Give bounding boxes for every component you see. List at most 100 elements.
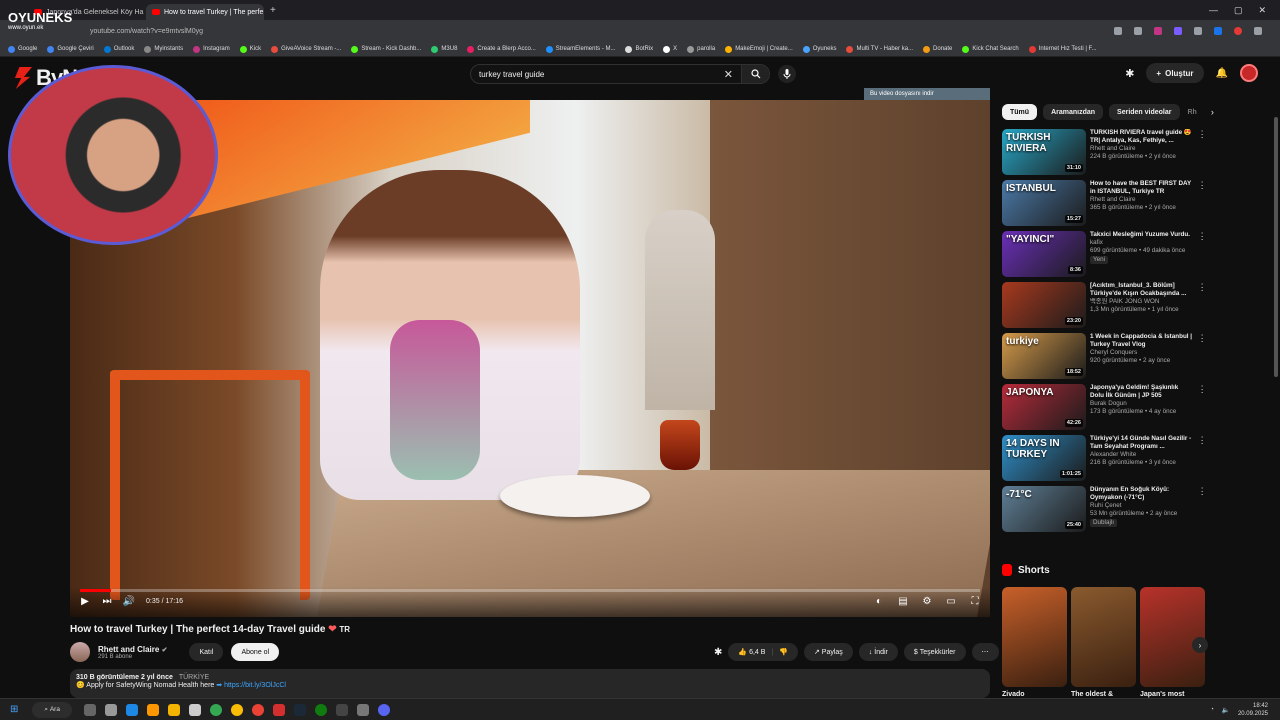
bookmark-item[interactable]: Multi TV - Haber ka... <box>846 45 913 53</box>
video-title[interactable]: TURKISH RIVIERA travel guide 😍TR| Antaly… <box>1090 129 1193 145</box>
url-field[interactable]: youtube.com/watch?v=e9mtvslM0yg <box>90 28 203 35</box>
menu-icon[interactable] <box>1254 27 1262 35</box>
more-vert-icon[interactable]: ⋮ <box>1197 435 1207 486</box>
progress-bar[interactable] <box>80 589 980 592</box>
video-thumbnail[interactable]: JAPONYA 42:26 <box>1002 384 1086 430</box>
minimize-icon[interactable]: — <box>1209 5 1218 16</box>
app-icon[interactable] <box>147 703 160 716</box>
profile-icon[interactable] <box>1234 27 1242 35</box>
chrome-icon[interactable] <box>210 703 223 716</box>
bookmark-item[interactable]: Donate <box>923 45 952 53</box>
clear-icon[interactable]: ✕ <box>724 68 733 81</box>
extension-icon[interactable] <box>1154 27 1162 35</box>
more-vert-icon[interactable]: ⋮ <box>1197 180 1207 231</box>
clock[interactable]: 18:42 20.09.2025 <box>1238 702 1268 718</box>
video-thumbnail[interactable]: turkiye 18:52 <box>1002 333 1086 379</box>
bookmark-item[interactable]: Instagram <box>193 45 230 53</box>
app-icon[interactable] <box>105 703 118 716</box>
play-icon[interactable]: ▶ <box>80 596 90 607</box>
thumbs-down-icon[interactable]: 👎 <box>779 648 788 656</box>
bookmark-item[interactable]: Internet Hız Testi | F... <box>1028 45 1097 53</box>
bookmark-item[interactable]: M3U8 <box>431 45 457 53</box>
app-icon[interactable] <box>357 703 370 716</box>
bookmark-item[interactable]: Create a Blerp Acco... <box>467 45 536 53</box>
shorts-next-button[interactable]: › <box>1192 637 1208 653</box>
chrome-icon[interactable] <box>231 703 244 716</box>
app-icon[interactable] <box>126 703 139 716</box>
video-title[interactable]: Japonya'ya Geldim! Şaşkınlık Dolu İlk Gü… <box>1090 384 1193 400</box>
short-title[interactable]: Zivado <box>1002 691 1067 698</box>
chrome-icon[interactable] <box>252 703 265 716</box>
bookmark-item[interactable]: parolla <box>687 45 715 53</box>
create-icon[interactable]: ✱ <box>1125 67 1134 80</box>
more-vert-icon[interactable]: ⋮ <box>1197 333 1207 384</box>
search-box[interactable]: turkey travel guide ✕ <box>470 64 770 84</box>
page-scrollbar[interactable] <box>1274 117 1278 377</box>
channel-name[interactable]: Rhett and Claire <box>1090 196 1193 204</box>
app-icon[interactable] <box>168 703 181 716</box>
short-title[interactable]: Japan's most <box>1140 691 1205 698</box>
more-vert-icon[interactable]: ⋮ <box>1197 282 1207 333</box>
app-icon[interactable] <box>336 703 349 716</box>
notifications-bell-icon[interactable]: 🔔 <box>1216 68 1228 79</box>
autoplay-toggle-icon[interactable]: ◐ <box>874 596 884 607</box>
recommended-video[interactable]: ISTANBUL 15:27 How to have the BEST FIRST … <box>1002 180 1207 231</box>
thanks-button[interactable]: $ Teşekkürler <box>903 643 966 661</box>
bookmark-item[interactable]: Google <box>8 45 37 53</box>
extension-icon[interactable] <box>1194 27 1202 35</box>
recommended-video[interactable]: TURKISH RIVIERA 31:10 TURKISH RIVIERA trav… <box>1002 129 1207 180</box>
app-icon[interactable] <box>273 703 286 716</box>
fullscreen-icon[interactable]: ⛶ <box>970 596 980 607</box>
app-icon[interactable] <box>84 703 97 716</box>
bookmark-item[interactable]: Myinstants <box>144 45 183 53</box>
more-actions-button[interactable]: ⋯ <box>971 643 999 661</box>
theater-mode-icon[interactable]: ▭ <box>946 596 956 607</box>
sparkle-icon[interactable]: ✱ <box>714 647 722 658</box>
more-vert-icon[interactable]: ⋮ <box>1197 486 1207 537</box>
short-item[interactable]: Zivado <box>1002 587 1067 698</box>
volume-icon[interactable]: 🔈 <box>1222 706 1230 714</box>
video-thumbnail[interactable]: TURKISH RIVIERA 31:10 <box>1002 129 1086 175</box>
chip-all[interactable]: Tümü <box>1002 104 1038 120</box>
xbox-icon[interactable] <box>315 703 328 716</box>
subscribe-button[interactable]: Abone ol <box>231 643 280 661</box>
more-vert-icon[interactable]: ⋮ <box>1197 231 1207 282</box>
video-thumbnail[interactable]: "YAYINCI" 8:36 <box>1002 231 1086 277</box>
discord-icon[interactable] <box>378 703 391 716</box>
next-icon[interactable]: ⏭ <box>102 596 112 607</box>
description-box[interactable]: 310 B görüntüleme 2 yıl önce TÜRKİYE 😊 A… <box>70 669 990 698</box>
channel-name[interactable]: Alexander White <box>1090 451 1193 459</box>
like-button[interactable]: 👍 6,4 B | 👎 <box>728 643 798 661</box>
windows-start-icon[interactable]: ⊞ <box>10 704 18 715</box>
bookmark-item[interactable]: Google Çeviri <box>47 45 94 53</box>
star-icon[interactable] <box>1134 27 1142 35</box>
cast-icon[interactable] <box>1114 27 1122 35</box>
voice-search-button[interactable] <box>778 65 796 83</box>
video-title[interactable]: Türkiye'yi 14 Günde Nasıl Gezilir - Tam … <box>1090 435 1193 451</box>
channel-name[interactable]: kafix <box>1090 239 1193 247</box>
chip-channel[interactable]: Rh <box>1186 104 1199 120</box>
bookmark-item[interactable]: Stream - Kick Dashb... <box>351 45 421 53</box>
share-button[interactable]: ↗ Paylaş <box>803 643 853 661</box>
download-banner[interactable]: Bu video dosyasını indir <box>864 88 990 100</box>
bookmark-item[interactable]: Kick Chat Search <box>962 45 1019 53</box>
volume-icon[interactable]: 🔊 <box>123 596 135 607</box>
video-title[interactable]: How to have the BEST FIRST DAY in ISTANB… <box>1090 180 1193 196</box>
video-thumbnail[interactable]: 14 DAYS IN TURKEY 1:01:25 <box>1002 435 1086 481</box>
recommended-video[interactable]: 14 DAYS IN TURKEY 1:01:25 Türkiye'yi 14 Gü… <box>1002 435 1207 486</box>
bookmark-item[interactable]: Oyuneks <box>802 45 836 53</box>
recommended-video[interactable]: 23:20 [Acıktım_İstanbul_3. Bölüm] Türkiye… <box>1002 282 1207 333</box>
more-vert-icon[interactable]: ⋮ <box>1197 384 1207 435</box>
more-vert-icon[interactable]: ⋮ <box>1197 129 1207 180</box>
recommended-video[interactable]: -71°C 25:40 Dünyanın En Soğuk Köyü: Oymyak… <box>1002 486 1207 537</box>
bookmark-item[interactable]: GiveAVoice Stream -... <box>271 45 341 53</box>
channel-name[interactable]: Ruhi Çenet <box>1090 502 1193 510</box>
chip-series[interactable]: Seriden videolar <box>1109 104 1180 120</box>
new-tab-button[interactable]: + <box>264 5 282 16</box>
short-title[interactable]: The oldest & <box>1071 691 1136 698</box>
channel-name[interactable]: Cheryl Conquers <box>1090 349 1193 357</box>
description-link[interactable]: https://bit.ly/3OlJcCl <box>224 682 286 689</box>
channel-name[interactable]: Rhett and Claire ✔ <box>98 645 167 654</box>
app-icon[interactable] <box>189 703 202 716</box>
bookmark-item[interactable]: Kick <box>239 45 261 53</box>
